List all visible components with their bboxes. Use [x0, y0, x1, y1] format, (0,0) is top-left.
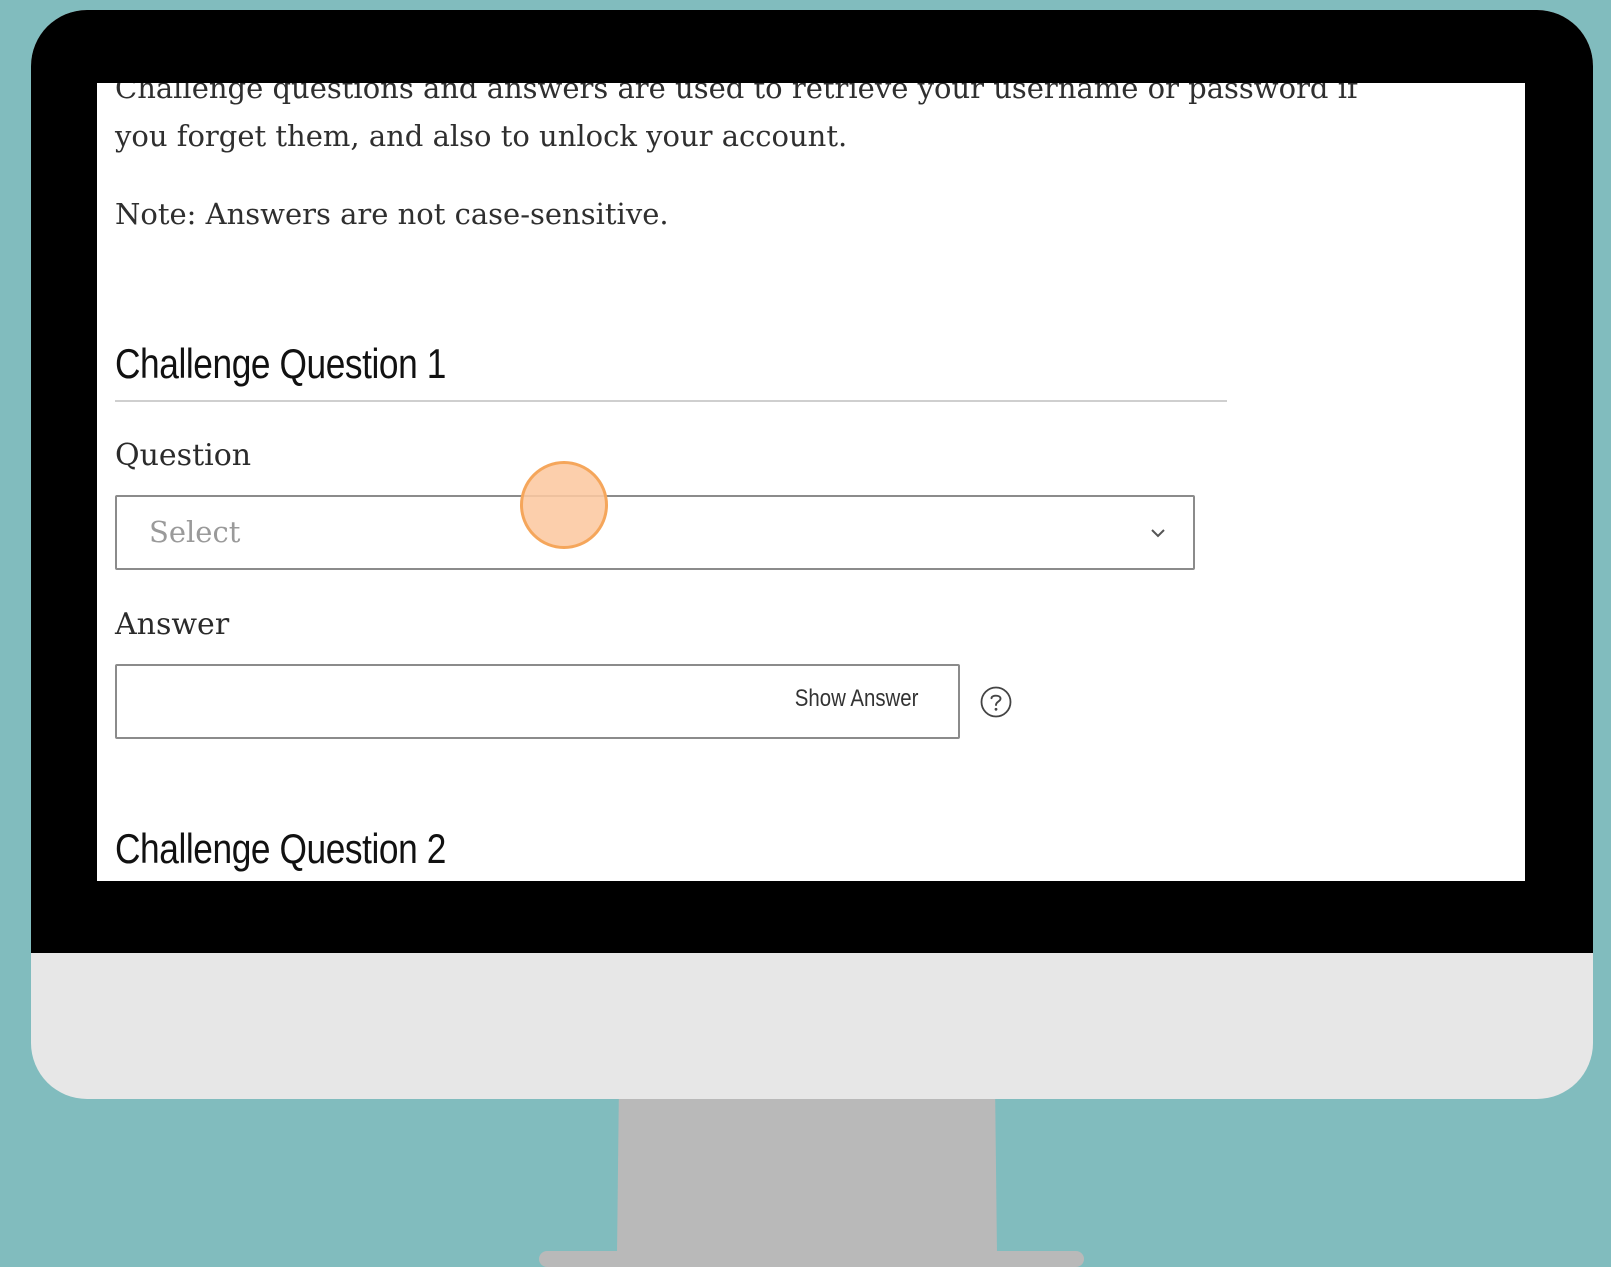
challenge-questions-form: Challenge questions and answers are used…	[115, 83, 1505, 881]
monitor: Challenge questions and answers are used…	[31, 10, 1593, 1099]
section-divider	[115, 400, 1227, 402]
intro-text: Challenge questions and answers are used…	[115, 83, 1358, 153]
question-circle-icon[interactable]	[979, 685, 1013, 719]
chevron-down-icon	[1151, 529, 1165, 538]
answer-label: Answer	[115, 607, 230, 642]
question-label: Question	[115, 438, 252, 473]
challenge-question-2-title: Challenge Question 2	[115, 825, 446, 872]
monitor-stand-neck	[617, 1090, 997, 1263]
answer-input[interactable]	[117, 666, 737, 737]
note-text: Note: Answers are not case-sensitive.	[115, 197, 669, 231]
question-select-placeholder: Select	[149, 515, 241, 549]
show-answer-button[interactable]: Show Answer	[794, 685, 918, 713]
screen: Challenge questions and answers are used…	[97, 83, 1525, 881]
monitor-stand-base	[539, 1251, 1084, 1267]
monitor-bezel: Challenge questions and answers are used…	[31, 10, 1593, 953]
answer-field: Show Answer	[115, 664, 960, 739]
question-select[interactable]: Select	[115, 495, 1195, 570]
challenge-question-1-title: Challenge Question 1	[115, 340, 446, 387]
